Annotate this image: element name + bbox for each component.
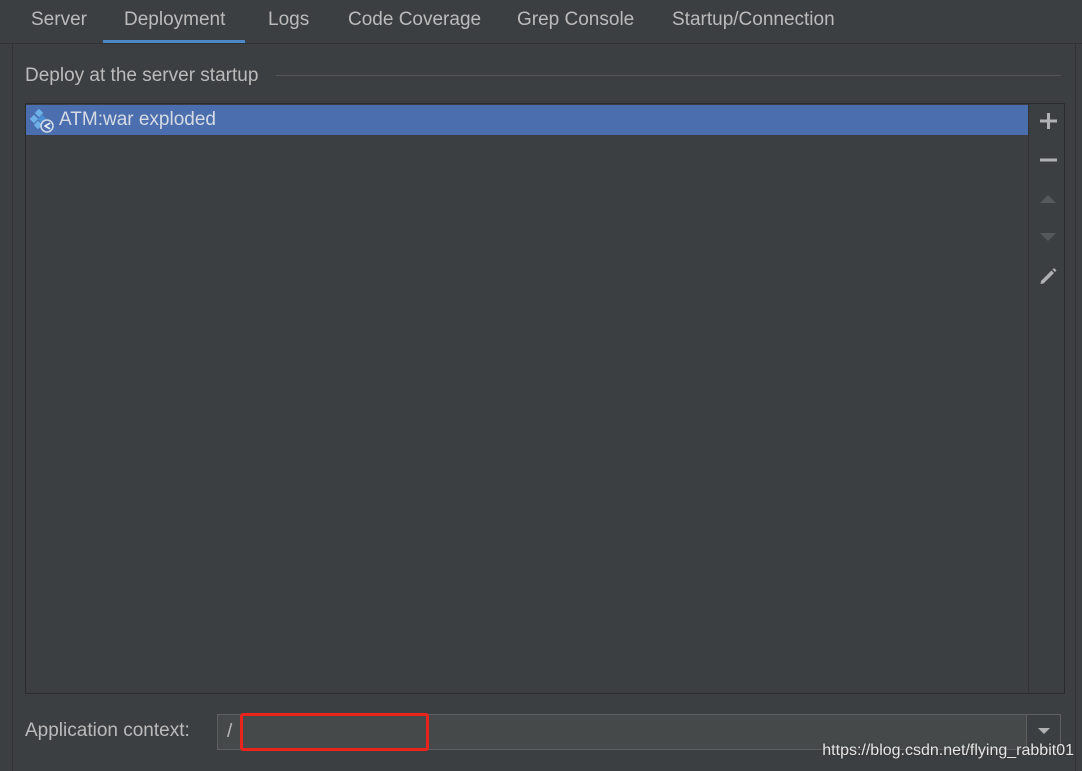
deployment-settings-window: Server Deployment Logs Code Coverage Gre…: [0, 0, 1082, 771]
artifact-list-box: ATM:war exploded: [25, 103, 1065, 694]
tab-server[interactable]: Server: [31, 0, 87, 40]
watermark: https://blog.csdn.net/flying_rabbit01: [822, 742, 1074, 759]
tab-bar: Server Deployment Logs Code Coverage Gre…: [0, 0, 1082, 44]
section-separator: [276, 75, 1061, 76]
edit-icon: [1038, 266, 1058, 291]
tab-logs[interactable]: Logs: [268, 0, 309, 40]
move-up-icon: [1039, 190, 1057, 213]
application-context-label: Application context:: [25, 720, 190, 741]
remove-icon: [1039, 151, 1057, 174]
list-item[interactable]: ATM:war exploded: [26, 105, 1028, 135]
war-exploded-artifact-icon: [29, 108, 54, 133]
tab-deployment[interactable]: Deployment: [103, 0, 246, 44]
move-down-button[interactable]: [1034, 225, 1062, 253]
add-button[interactable]: [1034, 109, 1062, 137]
list-item-label: ATM:war exploded: [59, 109, 216, 130]
tab-code-coverage[interactable]: Code Coverage: [348, 0, 481, 40]
move-up-button[interactable]: [1034, 187, 1062, 215]
remove-button[interactable]: [1034, 148, 1062, 176]
list-toolbar: [1028, 104, 1065, 693]
chevron-down-icon: [1037, 723, 1051, 741]
move-down-icon: [1039, 228, 1057, 251]
tab-grep-console[interactable]: Grep Console: [517, 0, 634, 40]
tab-startup-connection[interactable]: Startup/Connection: [672, 0, 835, 40]
section-title: Deploy at the server startup: [25, 65, 259, 86]
add-icon: [1039, 112, 1057, 135]
artifact-list[interactable]: ATM:war exploded: [26, 104, 1028, 693]
edit-button[interactable]: [1034, 264, 1062, 292]
